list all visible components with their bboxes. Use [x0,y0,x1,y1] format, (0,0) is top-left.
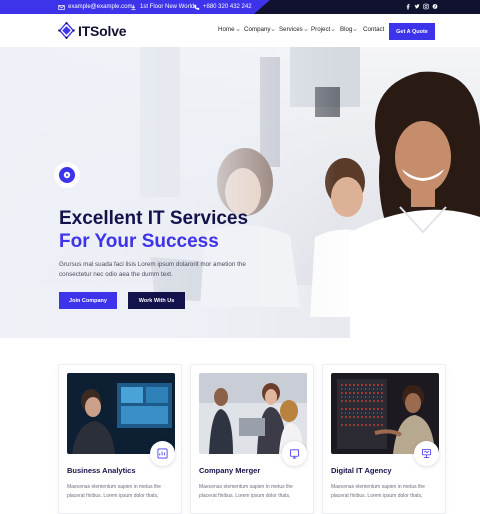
nav-contact[interactable]: Contact [363,26,384,33]
location-icon [131,4,136,10]
nav-blog-label: Blog [340,26,353,33]
chevron-down-icon [235,28,240,31]
email-text: example@example.com [68,4,133,10]
mail-icon [58,4,65,10]
chevron-down-icon [304,28,308,31]
chevron-down-icon [331,28,335,31]
nav-company-label: Company [244,26,271,33]
service-title[interactable]: Digital IT Agency [331,466,392,475]
nav-home[interactable]: Home [218,26,240,33]
service-title[interactable]: Company Merger [199,466,260,475]
service-icon-badge [282,441,307,466]
service-description: Maecenas elementum sapien in metus the p… [331,484,425,499]
logo[interactable]: ITSolve [58,22,127,39]
service-card-company-merger[interactable]: Company Merger Maecenas elementum sapien… [190,364,314,514]
nav-contact-label: Contact [363,26,385,33]
service-description: Maecenas elementum sapien in metus the p… [67,484,161,499]
service-description: Maecenas elementum sapien in metus the p… [199,484,293,499]
join-company-button[interactable]: Join Company [59,292,117,309]
hero-subtitle: Grursus mal suada faci lisis Lorem ipsum… [59,261,246,278]
top-bar-address: 1st Floor New World. [130,2,196,12]
phone-icon [194,4,200,10]
main-header: ITSolve Home Company Services Project Bl… [0,14,480,47]
play-icon [63,171,71,179]
work-with-us-button[interactable]: Work With Us [128,292,185,309]
facebook-icon[interactable] [405,3,411,10]
service-title[interactable]: Business Analytics [67,466,136,475]
nav-services-label: Services [279,26,303,33]
play-video-button[interactable] [54,162,80,188]
service-card-digital-it-agency[interactable]: Digital IT Agency Maecenas elementum sap… [322,364,446,514]
top-bar-phone[interactable]: +880 320 432 242 [193,2,252,12]
get-a-quote-button[interactable]: Get A Quote [389,23,435,40]
top-bar: example@example.com 1st Floor New World.… [0,0,480,14]
hero-title: Excellent IT Services For Your Success [59,207,299,253]
twitter-icon[interactable] [414,3,420,10]
hero-section: Excellent IT Services For Your Success G… [0,47,480,338]
nav-project-label: Project [311,26,331,33]
pinterest-icon[interactable] [432,3,438,10]
analytics-icon [157,448,168,459]
nav-project[interactable]: Project [311,26,335,33]
logo-icon [58,22,75,39]
hero-title-line2: For Your Success [59,231,219,252]
chevron-down-icon [353,28,357,31]
top-bar-email[interactable]: example@example.com [58,2,132,12]
phone-text: +880 320 432 242 [203,4,252,10]
hero-title-line1: Excellent IT Services [59,208,249,229]
agency-icon [421,448,432,458]
nav-services[interactable]: Services [279,26,308,33]
service-icon-badge [414,441,439,466]
address-text: 1st Floor New World. [140,4,196,10]
play-button-core [59,167,75,183]
nav-blog[interactable]: Blog [340,26,357,33]
chevron-down-icon [271,28,276,31]
logo-text: ITSolve [78,22,127,39]
nav-company[interactable]: Company [244,26,276,33]
nav-home-label: Home [218,26,235,33]
merger-icon [289,449,300,459]
instagram-icon[interactable] [423,3,429,10]
service-icon-badge [150,441,175,466]
service-card-business-analytics[interactable]: Business Analytics Maecenas elementum sa… [58,364,182,514]
